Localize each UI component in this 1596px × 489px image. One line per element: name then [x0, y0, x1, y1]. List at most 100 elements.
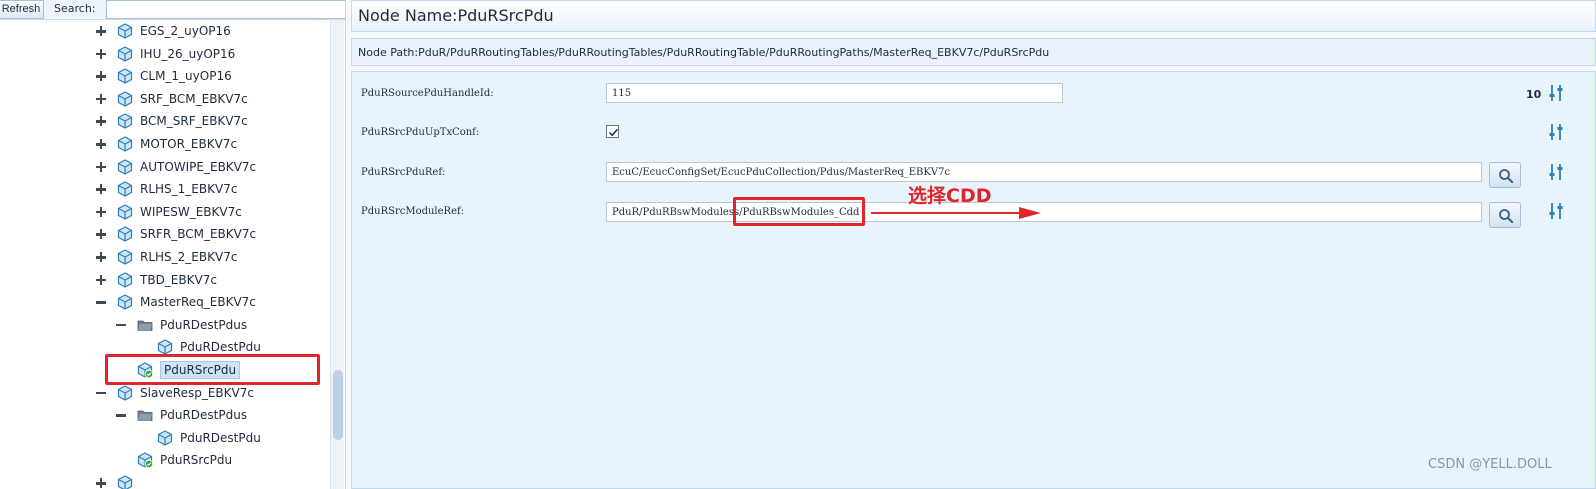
collapse-icon[interactable]	[94, 295, 108, 309]
expand-icon[interactable]	[94, 137, 108, 151]
sliders-icon[interactable]	[1548, 163, 1564, 181]
cube-icon	[117, 226, 140, 243]
handle-id-label: PduRSourcePduHandleId:	[361, 88, 494, 99]
handle-id-input[interactable]	[606, 83, 1063, 103]
count-badge: 10	[1526, 88, 1542, 101]
tree-item-label: SlaveResp_EBKV7c	[140, 385, 254, 400]
moduleref-label: PduRSrcModuleRef:	[361, 206, 465, 217]
cube-icon	[117, 271, 140, 288]
tree-item[interactable]	[94, 472, 140, 489]
cube-icon	[117, 249, 140, 265]
tree-item[interactable]: EGS_2_uyOP16	[94, 20, 231, 42]
expand-icon[interactable]	[94, 160, 108, 174]
collapse-icon[interactable]	[114, 318, 128, 332]
tree-item-label: WIPESW_EBKV7c	[140, 204, 242, 219]
cube-icon	[117, 294, 140, 310]
tree-item-label: TBD_EBKV7c	[140, 272, 217, 287]
tree-item[interactable]: MOTOR_EBKV7c	[94, 133, 237, 155]
expand-icon[interactable]	[94, 273, 108, 287]
expand-icon[interactable]	[94, 92, 108, 106]
expand-icon[interactable]	[94, 114, 108, 128]
tree-scrollbar[interactable]	[330, 20, 344, 489]
tree-item[interactable]: PduRDestPdu	[134, 336, 261, 358]
tree-item[interactable]: BCM_SRF_EBKV7c	[94, 110, 248, 132]
node-name: Node Name:PduRSrcPdu	[358, 6, 554, 25]
moduleref-lookup-button[interactable]	[1489, 202, 1521, 228]
tree-item[interactable]: CLM_1_uyOP16	[94, 65, 232, 87]
expand-icon[interactable]	[94, 47, 108, 61]
cube-icon	[117, 204, 140, 220]
magnifier-icon	[1499, 169, 1514, 184]
tree-item-label: AUTOWIPE_EBKV7c	[140, 159, 257, 174]
expand-icon[interactable]	[94, 476, 108, 489]
tree-item[interactable]: MasterReq_EBKV7c	[94, 291, 256, 313]
cube-icon	[117, 475, 140, 489]
tree-item[interactable]: SRF_BCM_EBKV7c	[94, 88, 248, 110]
tree-item-label: RLHS_1_EBKV7c	[140, 182, 238, 197]
cube-icon	[117, 181, 140, 197]
search-label: Search:	[54, 2, 96, 15]
cube-icon	[117, 45, 140, 62]
expand-icon[interactable]	[94, 69, 108, 83]
expand-icon[interactable]	[94, 24, 108, 38]
parameter-form: PduRSourcePduHandleId: 10 PduRSrcPduUpTx…	[351, 71, 1596, 489]
detail-panel: Node Name:PduRSrcPdu Node Path:PduR/PduR…	[347, 0, 1596, 489]
tree-item[interactable]: IHU_26_uyOP16	[94, 43, 235, 65]
tree-item[interactable]: RLHS_1_EBKV7c	[94, 178, 237, 200]
tree-item-label: CLM_1_uyOP16	[140, 69, 232, 84]
tree-scroll-thumb[interactable]	[333, 370, 343, 440]
cube-icon	[117, 23, 140, 39]
tree-item-label: SRF_BCM_EBKV7c	[140, 91, 248, 106]
tree-item[interactable]: WIPESW_EBKV7c	[94, 201, 242, 223]
uptxconf-label: PduRSrcPduUpTxConf:	[361, 127, 480, 138]
tree-item[interactable]: PduRDestPdus	[114, 314, 247, 336]
node-name-bar: Node Name:PduRSrcPdu	[351, 0, 1596, 32]
magnifier-icon	[1499, 209, 1514, 224]
tree-item[interactable]: PduRDestPdu	[134, 427, 261, 449]
node-path-bar: Node Path:PduR/PduRRoutingTables/PduRRou…	[351, 38, 1596, 66]
tree-item[interactable]: PduRDestPdus	[114, 404, 247, 426]
tree-item-label: PduRDestPdus	[160, 408, 248, 423]
uptxconf-checkbox[interactable]	[606, 125, 619, 138]
checkmark-icon	[608, 128, 619, 137]
tree-item[interactable]: AUTOWIPE_EBKV7c	[94, 156, 256, 178]
collapse-icon[interactable]	[94, 386, 108, 400]
arrow-annotation	[871, 207, 1041, 219]
tree-item-label: SRFR_BCM_EBKV7c	[140, 227, 257, 242]
sliders-icon[interactable]	[1548, 84, 1564, 102]
tree-item[interactable]: SRFR_BCM_EBKV7c	[94, 223, 256, 245]
refresh-button[interactable]: Refresh	[0, 0, 44, 19]
cube-icon	[117, 384, 140, 401]
srcpduref-lookup-button[interactable]	[1489, 162, 1521, 188]
tree-item-label: MasterReq_EBKV7c	[140, 295, 256, 310]
tree-item-label: PduRDestPdu	[180, 340, 261, 355]
tree-item-label: IHU_26_uyOP16	[140, 46, 236, 61]
cube-icon	[157, 430, 180, 446]
tree-item-label: PduRSrcPdu	[160, 453, 233, 468]
sliders-icon[interactable]	[1548, 123, 1564, 141]
sliders-icon[interactable]	[1548, 202, 1564, 220]
search-input[interactable]	[106, 0, 345, 19]
watermark: CSDN @YELL.DOLL	[1428, 457, 1552, 472]
cube-icon	[117, 113, 140, 130]
expand-icon[interactable]	[94, 250, 108, 264]
tree-panel: Refresh Search: EGS_2_uyOP16 IHU_26_uyOP1…	[0, 0, 346, 489]
cube-icon	[117, 136, 140, 152]
tree-item[interactable]: TBD_EBKV7c	[94, 269, 217, 291]
tree-item[interactable]: RLHS_2_EBKV7c	[94, 246, 237, 268]
cube-icon	[117, 158, 140, 175]
moduleref-input[interactable]	[606, 202, 1482, 222]
cube-icon	[117, 68, 140, 84]
tree-item[interactable]: PduRSrcPdu	[114, 359, 241, 381]
expand-icon[interactable]	[94, 182, 108, 196]
tree-item-label: EGS_2_uyOP16	[140, 24, 231, 38]
tree-item[interactable]: SlaveResp_EBKV7c	[94, 382, 254, 404]
expand-icon[interactable]	[94, 205, 108, 219]
collapse-icon[interactable]	[114, 408, 128, 422]
tree-item-label: BCM_SRF_EBKV7c	[140, 114, 248, 129]
srcpduref-label: PduRSrcPduRef:	[361, 167, 446, 178]
expand-icon[interactable]	[94, 227, 108, 241]
tree-item[interactable]: PduRSrcPdu	[114, 449, 232, 471]
srcpduref-input[interactable]	[606, 162, 1482, 182]
cube-icon	[117, 91, 140, 107]
